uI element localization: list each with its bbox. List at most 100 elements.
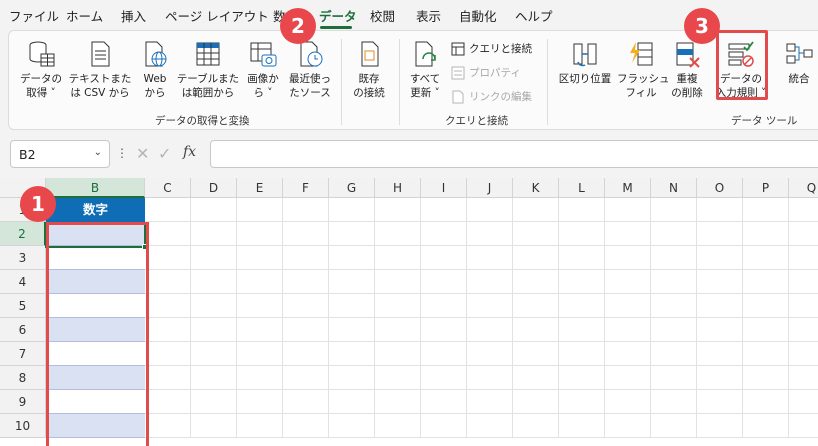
cell[interactable] [191, 294, 237, 318]
cell[interactable] [467, 342, 513, 366]
cell[interactable] [789, 198, 818, 222]
menu-tab-8[interactable]: 自動化 [459, 6, 497, 25]
column-header-f[interactable]: F [283, 178, 329, 198]
cell[interactable] [329, 342, 375, 366]
row-header-5[interactable]: 5 [0, 294, 46, 318]
cell[interactable] [697, 270, 743, 294]
cell[interactable] [237, 222, 283, 246]
cell[interactable] [559, 390, 605, 414]
cell[interactable] [651, 366, 697, 390]
column-header-e[interactable]: E [237, 178, 283, 198]
cell[interactable] [651, 414, 697, 438]
row-header-4[interactable]: 4 [0, 270, 46, 294]
cell[interactable] [467, 366, 513, 390]
cell[interactable] [237, 270, 283, 294]
cell[interactable] [559, 294, 605, 318]
existing-connections-button[interactable]: 既存 の接続 [347, 39, 391, 100]
cell[interactable] [743, 342, 789, 366]
cell[interactable] [559, 246, 605, 270]
cell[interactable] [605, 270, 651, 294]
cell[interactable] [605, 342, 651, 366]
consolidate-button[interactable]: 統合 [779, 39, 818, 86]
cell[interactable] [375, 246, 421, 270]
cell[interactable] [513, 390, 559, 414]
cell[interactable] [743, 414, 789, 438]
properties-button[interactable]: プロパティ [451, 65, 521, 80]
cell[interactable] [283, 270, 329, 294]
cell[interactable] [467, 294, 513, 318]
row-header-6[interactable]: 6 [0, 318, 46, 342]
menu-tab-2[interactable]: 挿入 [121, 6, 146, 25]
cell[interactable] [559, 270, 605, 294]
column-header-d[interactable]: D [191, 178, 237, 198]
column-header-q[interactable]: Q [789, 178, 818, 198]
cell[interactable] [789, 270, 818, 294]
recent-sources-button[interactable]: 最近使っ たソース [285, 39, 335, 100]
cell[interactable] [789, 390, 818, 414]
from-web-button[interactable]: Web から [137, 39, 173, 100]
from-table-range-button[interactable]: テーブルまた は範囲から [175, 39, 241, 100]
cell[interactable] [651, 294, 697, 318]
cell[interactable] [743, 222, 789, 246]
cell[interactable] [559, 318, 605, 342]
cell[interactable] [651, 318, 697, 342]
cell[interactable] [513, 318, 559, 342]
cell[interactable] [237, 246, 283, 270]
cell[interactable] [697, 198, 743, 222]
cell[interactable] [605, 198, 651, 222]
column-header-k[interactable]: K [513, 178, 559, 198]
cell[interactable] [191, 222, 237, 246]
cell[interactable] [421, 198, 467, 222]
cell[interactable] [145, 246, 191, 270]
cell[interactable] [283, 198, 329, 222]
cell[interactable] [789, 318, 818, 342]
menu-tab-1[interactable]: ホーム [66, 6, 103, 25]
cell[interactable] [145, 390, 191, 414]
cell[interactable] [283, 342, 329, 366]
cell[interactable] [237, 198, 283, 222]
cell[interactable] [651, 390, 697, 414]
cell[interactable] [329, 198, 375, 222]
cell[interactable] [605, 414, 651, 438]
formula-input[interactable] [210, 140, 818, 168]
cell[interactable] [513, 294, 559, 318]
cell[interactable] [283, 390, 329, 414]
cell[interactable] [605, 294, 651, 318]
cell[interactable] [421, 318, 467, 342]
cell[interactable] [329, 294, 375, 318]
cell[interactable] [605, 222, 651, 246]
row-header-8[interactable]: 8 [0, 366, 46, 390]
cell[interactable] [743, 366, 789, 390]
menu-tab-9[interactable]: ヘルプ [515, 6, 553, 25]
cell[interactable] [559, 222, 605, 246]
cell[interactable] [559, 342, 605, 366]
column-header-g[interactable]: G [329, 178, 375, 198]
text-to-columns-button[interactable]: 区切り位置 [555, 39, 615, 86]
cell[interactable] [789, 246, 818, 270]
cell[interactable] [421, 342, 467, 366]
cell[interactable] [375, 366, 421, 390]
cell[interactable] [743, 318, 789, 342]
cell[interactable] [467, 246, 513, 270]
cell[interactable] [789, 342, 818, 366]
cell[interactable] [467, 414, 513, 438]
cell[interactable] [145, 342, 191, 366]
menu-tab-6[interactable]: 校閲 [370, 6, 395, 25]
cell[interactable] [375, 390, 421, 414]
column-header-h[interactable]: H [375, 178, 421, 198]
cell[interactable] [375, 198, 421, 222]
cell[interactable] [513, 246, 559, 270]
cell[interactable] [283, 414, 329, 438]
cell[interactable] [743, 246, 789, 270]
chevron-down-icon[interactable]: ⌄ [94, 147, 102, 158]
column-header-l[interactable]: L [559, 178, 605, 198]
cell[interactable] [237, 414, 283, 438]
cell[interactable] [651, 198, 697, 222]
cell[interactable] [513, 198, 559, 222]
cell[interactable] [329, 270, 375, 294]
cell[interactable] [697, 342, 743, 366]
table-header-cell[interactable]: 数字 [46, 198, 145, 222]
cell[interactable] [237, 366, 283, 390]
row-header-10[interactable]: 10 [0, 414, 46, 438]
cell[interactable] [145, 270, 191, 294]
